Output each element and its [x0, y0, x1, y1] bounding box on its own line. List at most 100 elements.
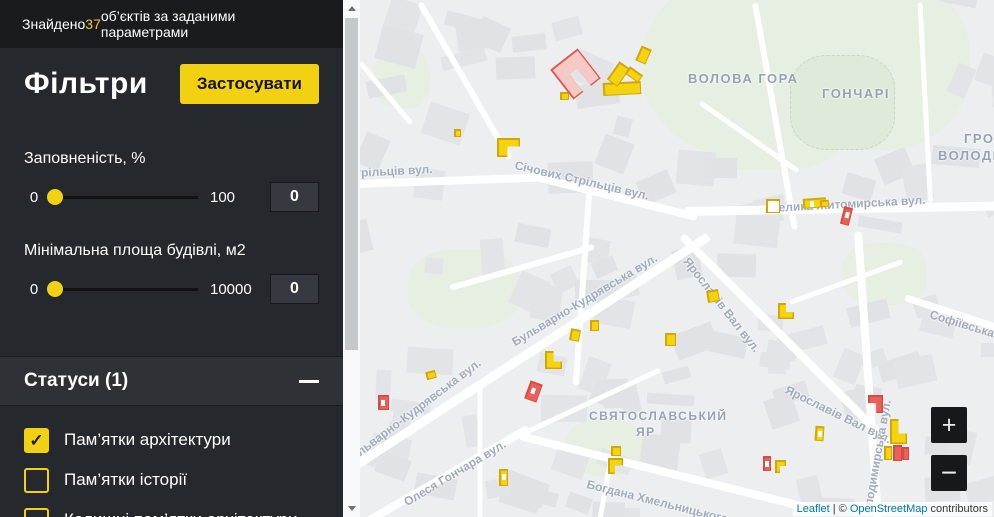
leaflet-link[interactable]: Leaflet: [797, 503, 830, 515]
marker-fill: [604, 83, 639, 95]
apply-button[interactable]: Застосувати: [180, 64, 319, 104]
heritage-building-marker[interactable]: [611, 446, 621, 456]
marker-fill: [613, 448, 620, 455]
heritage-building-marker[interactable]: [902, 447, 909, 460]
heritage-building-marker[interactable]: [603, 81, 642, 96]
slider-min-value: 0: [24, 281, 44, 298]
checkbox-row-former-architecture[interactable]: ✓ Колишні пам’ятки архітектури: [24, 500, 319, 517]
heritage-building-marker[interactable]: [893, 445, 902, 461]
heritage-building-marker[interactable]: [378, 395, 389, 410]
statuses-title: Статуси (1): [24, 370, 128, 392]
heritage-building-marker[interactable]: [560, 92, 569, 100]
heritage-building-marker[interactable]: [454, 129, 461, 137]
map-building: [421, 101, 470, 145]
checkbox-history[interactable]: ✓: [24, 468, 49, 493]
marker-fill: [667, 335, 675, 345]
marker-fill: [892, 421, 906, 443]
map-attribution: Leaflet | © OpenStreetMap contributors: [793, 502, 992, 516]
attribution-suffix: contributors: [927, 503, 988, 515]
map-building: [759, 351, 790, 369]
heritage-building-marker[interactable]: [763, 456, 771, 471]
fill-slider-track[interactable]: [50, 196, 198, 199]
map-building: [595, 134, 635, 175]
map-building: [733, 210, 781, 249]
heritage-building-marker[interactable]: [775, 460, 786, 473]
fill-slider-handle[interactable]: [47, 189, 63, 205]
checkbox-label: Пам’ятки архітектури: [64, 430, 231, 450]
scrollbar-thumb[interactable]: [345, 18, 358, 350]
map-building: [565, 491, 593, 514]
heritage-building-marker[interactable]: [814, 426, 824, 442]
heritage-building-marker[interactable]: [884, 446, 892, 460]
map-building: [698, 448, 727, 479]
marker-fill: [562, 94, 568, 99]
marker-fill: [571, 330, 579, 340]
marker-fill: [895, 447, 901, 460]
marker-fill: [456, 131, 460, 136]
marker-fill: [886, 448, 891, 459]
heritage-building-marker[interactable]: [766, 199, 780, 213]
area-slider-handle[interactable]: [47, 281, 63, 297]
marker-fill: [780, 305, 793, 318]
checkbox-row-history[interactable]: ✓ Пам’ятки історії: [24, 460, 319, 500]
results-count: 37: [85, 16, 101, 32]
zoom-in-button[interactable]: +: [931, 407, 967, 443]
slider-max-value: 100: [210, 189, 235, 206]
statuses-section-header[interactable]: Статуси (1): [0, 356, 343, 406]
zoom-out-button[interactable]: −: [931, 455, 967, 491]
map-building: [981, 343, 994, 356]
area-slider-track[interactable]: [50, 288, 198, 291]
heritage-building-marker[interactable]: [820, 200, 829, 208]
checkbox-architecture[interactable]: ✓: [24, 428, 49, 453]
marker-fill: [427, 372, 435, 379]
map-area-label: ЯР: [636, 425, 656, 439]
area-value-input[interactable]: 0: [270, 274, 319, 304]
heritage-building-marker[interactable]: [524, 380, 543, 402]
slider-group-area: Мінімальна площа будівлі, м2 0 10000 0: [24, 242, 319, 304]
heritage-building-marker[interactable]: [890, 419, 907, 444]
results-bar: Знайдено 37 об’єктів за заданими парамет…: [0, 0, 343, 48]
status-checkbox-list: ✓ Пам’ятки архітектури ✓ Пам’ятки історі…: [0, 406, 343, 517]
map-building: [591, 502, 625, 517]
map-building: [424, 257, 443, 275]
collapse-minus-icon[interactable]: [299, 380, 319, 383]
slider-max-value: 10000: [210, 281, 252, 298]
filters-title: Фільтри: [24, 67, 148, 101]
map-building: [613, 115, 633, 137]
marker-fill: [777, 462, 785, 472]
marker-notch: [502, 474, 506, 480]
map-area-label: ГОНЧАРІ: [822, 86, 890, 101]
scroll-up-arrow-icon[interactable]: [343, 0, 360, 17]
checkbox-label: Колишні пам’ятки архітектури: [64, 510, 298, 517]
marker-notch: [810, 201, 814, 207]
map-building: [662, 366, 691, 385]
marker-notch: [381, 400, 385, 406]
map-canvas[interactable]: ВОЛОВА ГОРАГОНЧАРІГРОДВОЛОДИМСВЯТОСЛАВСЬ…: [360, 0, 994, 517]
map-area-label: ВОЛОДИМ: [938, 148, 994, 163]
marker-notch: [817, 430, 821, 436]
checkbox-row-architecture[interactable]: ✓ Пам’ятки архітектури: [24, 420, 319, 460]
heritage-building-marker[interactable]: [665, 333, 676, 346]
heritage-building-marker[interactable]: [778, 303, 794, 319]
marker-notch: [765, 461, 769, 467]
map-building: [646, 393, 694, 407]
attribution-separator: | ©: [830, 503, 850, 515]
slider-label: Заповненість, %: [24, 150, 319, 168]
results-text-suffix: об’єктів за заданими параметрами: [101, 8, 321, 40]
map-building: [551, 16, 583, 41]
heritage-building-marker[interactable]: [706, 289, 720, 303]
openstreetmap-link[interactable]: OpenStreetMap: [850, 503, 928, 515]
scroll-down-arrow-icon[interactable]: [343, 500, 360, 517]
map-building: [495, 56, 535, 80]
heritage-building-marker[interactable]: [569, 328, 581, 342]
map-zoom-controls: + −: [931, 407, 967, 491]
heritage-building-marker[interactable]: [425, 370, 437, 380]
checkbox-former-architecture[interactable]: ✓: [24, 508, 49, 517]
heritage-building-marker[interactable]: [499, 469, 508, 486]
map-building: [514, 223, 551, 249]
sidebar-scrollbar[interactable]: [343, 0, 360, 517]
fill-value-input[interactable]: 0: [270, 182, 319, 212]
map-building: [705, 158, 737, 178]
heritage-building-marker[interactable]: [590, 320, 599, 331]
marker-fill: [627, 68, 641, 80]
